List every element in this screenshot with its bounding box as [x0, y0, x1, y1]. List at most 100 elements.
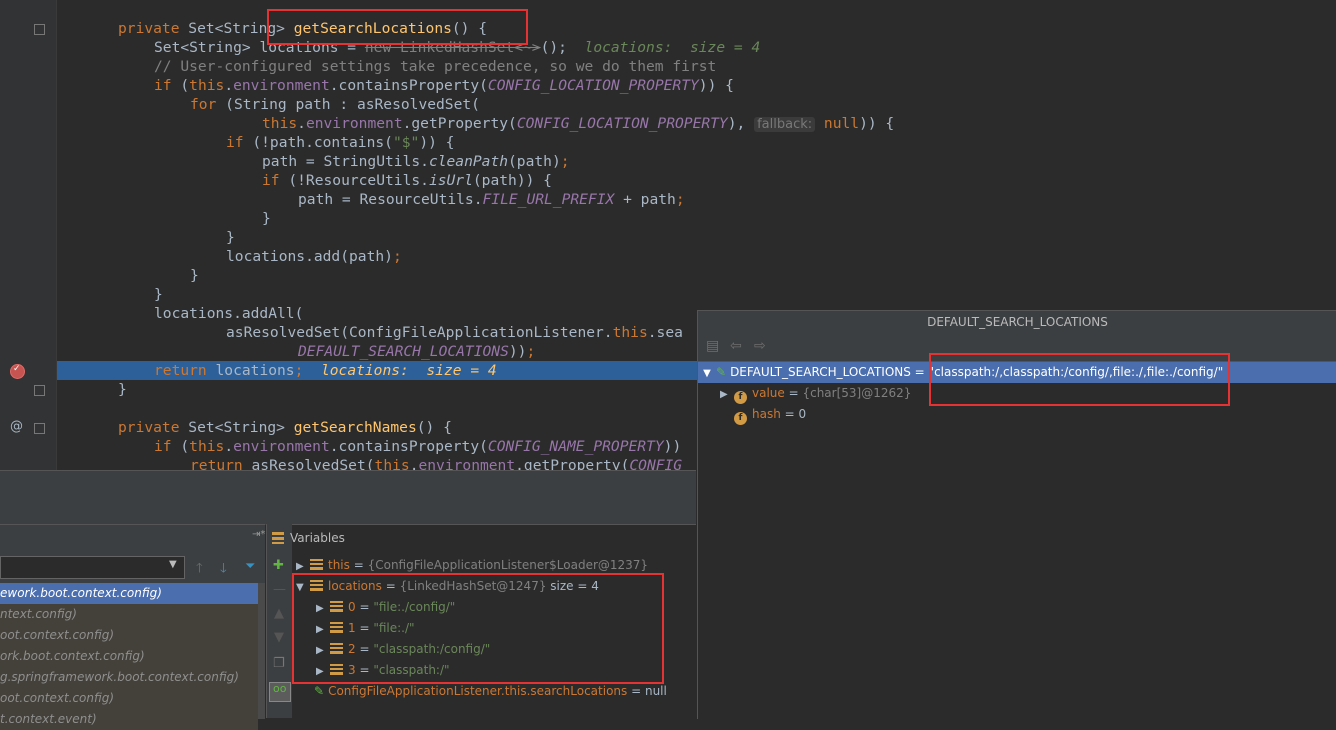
frame-item[interactable]: t.context.event) [0, 709, 258, 730]
code-token: return [154, 362, 216, 379]
code-token: CONFIG_LOCATION_PROPERTY [487, 77, 699, 94]
code-token: } [154, 286, 163, 303]
code-token: isUrl [428, 172, 473, 189]
field-icon: f [734, 412, 747, 425]
code-line: } [226, 228, 235, 247]
code-token: if [262, 172, 289, 189]
move-down-icon[interactable]: ▼ [274, 630, 284, 645]
code-token: asResolvedSet( [251, 457, 375, 470]
chevron-right-icon[interactable]: ▶ [720, 384, 734, 405]
popup-hash-row[interactable]: f hash = 0 [734, 404, 1336, 425]
code-line: if (this.environment.containsProperty(CO… [154, 437, 681, 456]
code-token: Set<String> [188, 419, 294, 436]
code-token: (path) [508, 153, 561, 170]
override-marker-icon[interactable]: @ [10, 419, 23, 434]
code-token: this [189, 438, 225, 455]
code-token: private [118, 20, 189, 37]
arrow-down-icon[interactable]: 🡓 [220, 559, 227, 581]
code-token: } [262, 210, 271, 227]
editor-gutter[interactable] [0, 0, 57, 470]
frames-scrollbar[interactable] [258, 583, 265, 719]
remove-watch-icon[interactable]: — [273, 582, 286, 597]
code-line: return locations; locations: size = 4 [154, 361, 497, 380]
move-up-icon[interactable]: ▲ [274, 606, 284, 621]
watch-icon: ✎ [716, 365, 727, 379]
frame-item[interactable]: ework.boot.context.config) [0, 583, 258, 604]
fold-icon[interactable] [34, 385, 45, 396]
arrow-up-icon[interactable]: 🡑 [196, 559, 203, 581]
variables-panel[interactable]: Variables ▶ this = {ConfigFileApplication… [272, 524, 696, 719]
code-token: fallback: [754, 117, 816, 132]
frame-item[interactable]: ork.boot.context.config) [0, 646, 258, 667]
code-token: (String path : asResolvedSet( [225, 96, 480, 113]
code-token: } [226, 229, 235, 246]
code-token: this [374, 457, 410, 470]
chevron-down-icon[interactable]: ▼ [698, 363, 716, 384]
code-token: ; [526, 343, 536, 360]
code-token: if [154, 438, 181, 455]
code-token: FILE_URL_PREFIX [482, 191, 615, 208]
code-line: } [154, 285, 163, 304]
code-line: private Set<String> getSearchNames() { [118, 418, 452, 437]
code-token: ; [560, 153, 570, 170]
fold-icon[interactable] [34, 24, 45, 35]
frame-item[interactable]: ntext.config) [0, 604, 258, 625]
code-token: cleanPath [428, 153, 509, 170]
field-icon: f [734, 391, 747, 404]
filter-icon[interactable]: ⏷ [245, 559, 255, 574]
watch-value: = null [631, 684, 667, 698]
vars-header-area [0, 525, 696, 551]
code-token: ), [727, 115, 755, 132]
forward-icon[interactable]: ⇨ [754, 338, 766, 354]
inspect-popup[interactable]: DEFAULT_SEARCH_LOCATIONS ▤ ⇦ ⇨ ▼ ✎ DEFAULT… [697, 310, 1336, 719]
code-token: .containsProperty( [329, 438, 488, 455]
code-line: if (this.environment.containsProperty(CO… [154, 76, 734, 95]
variables-toolstrip: ✚ — ▲ ▼ ❐ oo [266, 524, 294, 718]
highlight-box-method [267, 9, 528, 45]
code-token: . [297, 115, 306, 132]
code-token: .getProperty( [515, 457, 630, 470]
fold-icon[interactable] [34, 423, 45, 434]
copy-icon[interactable]: ❐ [273, 656, 285, 671]
code-token: environment [418, 457, 516, 470]
code-token: for [190, 96, 226, 113]
code-token: .containsProperty( [329, 77, 488, 94]
frame-item[interactable]: g.springframework.boot.context.config) [0, 667, 258, 688]
code-token: ; [392, 248, 402, 265]
object-icon [310, 559, 323, 570]
code-token: // User-configured settings take precede… [154, 58, 717, 75]
code-line: asResolvedSet(ConfigFileApplicationListe… [226, 323, 683, 342]
frame-item[interactable]: oot.context.config) [0, 625, 258, 646]
code-token: ; [675, 191, 685, 208]
new-watch-icon[interactable]: ✚ [273, 558, 284, 573]
thread-selector[interactable] [0, 556, 185, 579]
code-token: environment [233, 77, 330, 94]
code-line: if (!ResourceUtils.isUrl(path)) { [262, 171, 552, 190]
highlight-box-locations [292, 573, 664, 684]
code-token: if [226, 134, 253, 151]
frame-item[interactable]: oot.context.config) [0, 688, 258, 709]
code-token: (!ResourceUtils. [288, 172, 429, 189]
field-name: value [752, 386, 785, 400]
frames-panel[interactable]: ▼ 🡑 🡓 ⏷ ework.boot.context.config) ntext.… [0, 524, 265, 730]
code-token: Set<String> [154, 39, 260, 56]
code-token: } [118, 381, 127, 398]
code-token: private [118, 419, 189, 436]
back-icon[interactable]: ⇦ [730, 338, 742, 354]
code-token: () { [416, 419, 452, 436]
popup-title[interactable]: DEFAULT_SEARCH_LOCATIONS [698, 311, 1336, 333]
calculator-icon: oo [273, 682, 287, 695]
chevron-down-icon[interactable]: ▼ [169, 559, 177, 570]
code-token: this [262, 115, 298, 132]
breakpoint-icon[interactable] [10, 364, 25, 379]
code-token: .getProperty( [402, 115, 517, 132]
code-token: environment [305, 115, 403, 132]
code-line: this.environment.getProperty(CONFIG_LOCA… [262, 114, 894, 133]
watch-row[interactable]: ✎ ConfigFileApplicationListener.this.sear… [314, 681, 667, 702]
code-line: DEFAULT_SEARCH_LOCATIONS)); [298, 342, 535, 361]
code-token: ( [180, 77, 190, 94]
code-token: )) [663, 438, 682, 455]
variables-title: Variables [290, 531, 345, 545]
code-line: path = StringUtils.cleanPath(path); [262, 152, 570, 171]
folder-icon[interactable]: ▤ [706, 338, 719, 354]
